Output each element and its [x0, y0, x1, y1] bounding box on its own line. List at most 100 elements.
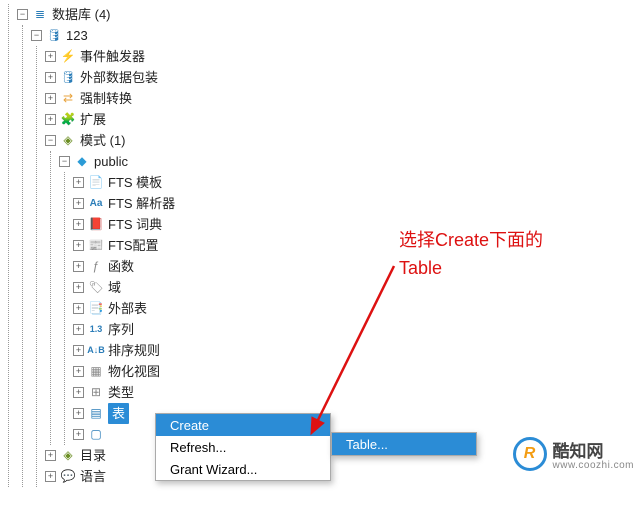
- extension-icon: 🧩: [60, 112, 76, 128]
- expand-icon[interactable]: +: [45, 450, 56, 461]
- expand-icon[interactable]: +: [73, 282, 84, 293]
- fts-dict-icon: 📕: [88, 217, 104, 233]
- tree-label: 123: [66, 25, 88, 46]
- collapse-icon[interactable]: −: [17, 9, 28, 20]
- collapse-icon[interactable]: −: [31, 30, 42, 41]
- tree-node-foreign-wrappers[interactable]: + 🛢 外部数据包装: [45, 67, 642, 88]
- menu-item-table[interactable]: Table...: [332, 433, 476, 455]
- fts-config-icon: 📰: [88, 238, 104, 254]
- collapse-icon[interactable]: −: [59, 156, 70, 167]
- collation-icon: A↓B: [88, 343, 104, 359]
- logo-url: www.coozhi.com: [553, 460, 634, 471]
- database-icon: 🛢: [46, 28, 62, 44]
- menu-item-refresh[interactable]: Refresh...: [156, 436, 330, 458]
- language-icon: 💬: [60, 469, 76, 485]
- expand-icon[interactable]: +: [73, 387, 84, 398]
- expand-icon[interactable]: +: [73, 366, 84, 377]
- tree-label: 函数: [108, 256, 134, 277]
- tree-label: FTS配置: [108, 235, 159, 256]
- tree-label: 语言: [80, 466, 106, 487]
- tree-node-domains[interactable]: + 🏷域: [73, 277, 642, 298]
- tree-label: 强制转换: [80, 88, 132, 109]
- tree-label: FTS 解析器: [108, 193, 175, 214]
- tree-node-functions[interactable]: + ƒ函数: [73, 256, 642, 277]
- expand-icon[interactable]: +: [73, 177, 84, 188]
- tree-label: 排序规则: [108, 340, 160, 361]
- tree-node-fts-parser[interactable]: + AaFTS 解析器: [73, 193, 642, 214]
- expand-icon[interactable]: +: [73, 261, 84, 272]
- expand-icon[interactable]: +: [73, 303, 84, 314]
- tree-node-event-triggers[interactable]: + ⚡ 事件触发器: [45, 46, 642, 67]
- menu-item-grant-wizard[interactable]: Grant Wizard...: [156, 458, 330, 480]
- expand-icon[interactable]: +: [73, 345, 84, 356]
- schema-group-icon: ◈: [60, 133, 76, 149]
- catalog-icon: ◈: [60, 448, 76, 464]
- matview-icon: ▦: [88, 364, 104, 380]
- tree-node-fts-dict[interactable]: + 📕FTS 词典: [73, 214, 642, 235]
- expand-icon[interactable]: +: [73, 429, 84, 440]
- tree-label: FTS 模板: [108, 172, 162, 193]
- annotation-text: 选择Create下面的 Table: [399, 226, 543, 282]
- foreign-table-icon: 📑: [88, 301, 104, 317]
- schema-icon: ◆: [74, 154, 90, 170]
- expand-icon[interactable]: +: [73, 198, 84, 209]
- expand-icon[interactable]: +: [73, 240, 84, 251]
- context-submenu[interactable]: Table...: [331, 432, 477, 456]
- tree-label: 外部表: [108, 298, 147, 319]
- fts-parser-icon: Aa: [88, 196, 104, 212]
- table-icon: ▤: [88, 406, 104, 422]
- menu-label: Create: [170, 418, 209, 433]
- tree-label: 类型: [108, 382, 134, 403]
- domain-icon: 🏷: [88, 280, 104, 296]
- tree-node-casts[interactable]: + ⇄ 强制转换: [45, 88, 642, 109]
- tree-node-foreign-tables[interactable]: + 📑外部表: [73, 298, 642, 319]
- tree-node-db-123[interactable]: − 🛢 123: [31, 25, 642, 46]
- tree-label: 模式 (1): [80, 130, 126, 151]
- menu-label: Grant Wizard...: [170, 462, 257, 477]
- tree-label: 序列: [108, 319, 134, 340]
- tree-node-public[interactable]: − ◆ public: [59, 151, 642, 172]
- expand-icon[interactable]: +: [73, 408, 84, 419]
- tree-node-schemas[interactable]: − ◈ 模式 (1): [45, 130, 642, 151]
- generic-icon: ▢: [88, 427, 104, 443]
- menu-label: Table...: [346, 437, 388, 452]
- tree-node-collations[interactable]: + A↓B排序规则: [73, 340, 642, 361]
- foreign-wrapper-icon: 🛢: [60, 70, 76, 86]
- logo-mark-icon: R: [513, 437, 547, 471]
- tree-node-fts-template[interactable]: +📄FTS 模板: [73, 172, 642, 193]
- function-icon: ƒ: [88, 259, 104, 275]
- tree-node-fts-config[interactable]: + 📰FTS配置: [73, 235, 642, 256]
- tree-node-types[interactable]: + ⊞类型: [73, 382, 642, 403]
- annotation-line2: Table: [399, 254, 543, 282]
- tree-label: 数据库 (4): [52, 4, 111, 25]
- tree-node-matviews[interactable]: + ▦物化视图: [73, 361, 642, 382]
- tree-node-sequences[interactable]: +1.3序列: [73, 319, 642, 340]
- tree-label: 扩展: [80, 109, 106, 130]
- annotation-line1: 选择Create下面的: [399, 226, 543, 254]
- expand-icon[interactable]: +: [73, 219, 84, 230]
- expand-icon[interactable]: +: [73, 324, 84, 335]
- menu-item-create[interactable]: Create ▶: [156, 414, 330, 436]
- logo-name: 酷知网: [553, 442, 604, 461]
- type-icon: ⊞: [88, 385, 104, 401]
- expand-icon[interactable]: +: [45, 72, 56, 83]
- expand-icon[interactable]: +: [45, 114, 56, 125]
- tree-node-extensions[interactable]: + 🧩 扩展: [45, 109, 642, 130]
- expand-icon[interactable]: +: [45, 51, 56, 62]
- expand-icon[interactable]: +: [45, 471, 56, 482]
- database-group-icon: ≣: [32, 7, 48, 23]
- tree-node-databases[interactable]: − ≣ 数据库 (4): [17, 4, 642, 25]
- expand-icon[interactable]: +: [45, 93, 56, 104]
- context-menu[interactable]: Create ▶ Refresh... Grant Wizard...: [155, 413, 331, 481]
- tree-label: 域: [108, 277, 121, 298]
- tree-label: 物化视图: [108, 361, 160, 382]
- tree-label: 外部数据包装: [80, 67, 158, 88]
- tree-label: 表: [108, 403, 129, 424]
- collapse-icon[interactable]: −: [45, 135, 56, 146]
- tree-label: FTS 词典: [108, 214, 162, 235]
- menu-label: Refresh...: [170, 440, 226, 455]
- watermark-logo: R 酷知网 www.coozhi.com: [513, 437, 634, 471]
- tree-label: 目录: [80, 445, 106, 466]
- tree-label: 事件触发器: [80, 46, 145, 67]
- event-trigger-icon: ⚡: [60, 49, 76, 65]
